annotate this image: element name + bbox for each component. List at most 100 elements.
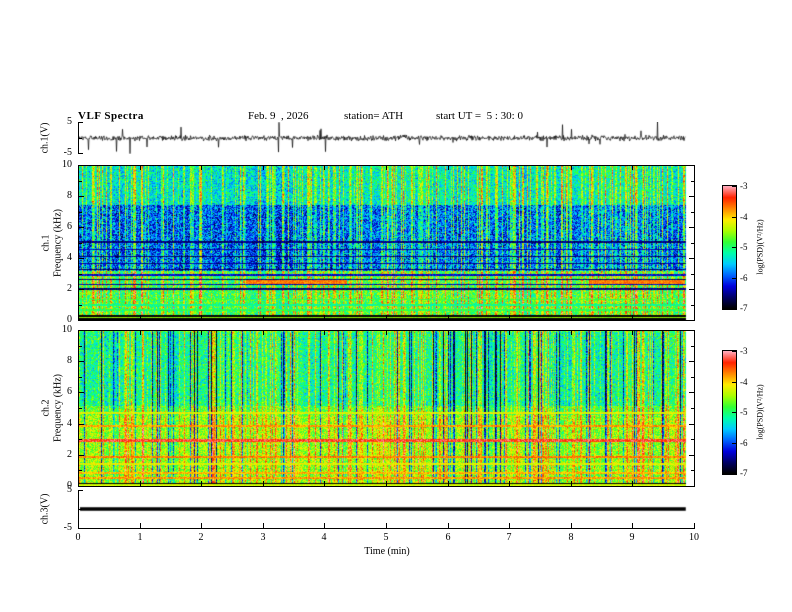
tick-mark — [448, 481, 449, 486]
tick-mark — [79, 305, 82, 306]
tick-mark — [324, 166, 325, 170]
tick-mark — [571, 166, 572, 170]
tick-mark — [691, 408, 694, 409]
tick-label: 8 — [67, 190, 72, 201]
tick-mark — [79, 486, 84, 487]
tick-mark — [694, 523, 695, 528]
tick-mark — [732, 186, 736, 187]
tick-mark — [79, 424, 84, 425]
tick-label: 4 — [67, 252, 72, 263]
colorbar-tick-label: -6 — [740, 438, 748, 448]
start-ut-label: start UT = 5 : 30: 0 — [436, 110, 523, 122]
tick-mark — [509, 481, 510, 486]
tick-mark — [632, 523, 633, 528]
tick-mark — [689, 227, 694, 228]
tick-mark — [689, 486, 694, 487]
tick-mark — [448, 331, 449, 335]
tick-mark — [448, 523, 449, 528]
tick-mark — [79, 227, 84, 228]
colorbar-tick-label: -3 — [740, 346, 748, 356]
tick-mark — [79, 392, 84, 393]
tick-label: 6 — [445, 532, 451, 543]
tick-mark — [140, 331, 141, 335]
tick-mark — [732, 217, 736, 218]
tick-mark — [732, 443, 736, 444]
tick-label: 9 — [629, 532, 635, 543]
tick-mark — [689, 424, 694, 425]
tick-mark — [324, 481, 325, 486]
tick-mark — [386, 481, 387, 486]
tick-mark — [691, 377, 694, 378]
tick-label: 10 — [689, 532, 699, 543]
tick-mark — [79, 122, 83, 123]
tick-mark — [79, 346, 82, 347]
tick-mark — [79, 165, 84, 166]
tick-mark — [263, 331, 264, 335]
tick-mark — [79, 330, 84, 331]
tick-mark — [386, 166, 387, 170]
tick-mark — [732, 473, 736, 474]
tick-mark — [509, 315, 510, 320]
date-label: Feb. 9 , 2026 — [248, 110, 309, 122]
tick-mark — [263, 481, 264, 486]
tick-mark — [694, 481, 695, 486]
ch2-spectrogram-panel — [78, 330, 695, 487]
tick-label: 3 — [260, 532, 266, 543]
tick-mark — [79, 181, 82, 182]
tick-mark — [689, 392, 694, 393]
tick-mark — [509, 166, 510, 170]
tick-label: 6 — [67, 221, 72, 232]
tick-mark — [689, 258, 694, 259]
tick-label: 2 — [198, 532, 204, 543]
ch2-channel-axis-label: ch.2 — [40, 399, 52, 417]
ch1-spectrogram-panel — [78, 165, 695, 321]
tick-mark — [694, 315, 695, 320]
tick-mark — [79, 320, 84, 321]
tick-mark — [79, 153, 83, 154]
tick-mark — [632, 481, 633, 486]
tick-mark — [79, 408, 82, 409]
tick-mark — [79, 258, 84, 259]
tick-mark — [324, 315, 325, 320]
tick-mark — [571, 523, 572, 528]
tick-mark — [509, 523, 510, 528]
tick-mark — [78, 331, 79, 335]
tick-mark — [691, 470, 694, 471]
tick-mark — [201, 523, 202, 528]
tick-mark — [79, 490, 83, 491]
tick-label: 5 — [67, 116, 72, 127]
ch2-frequency-axis-label: Frequency (kHz) — [52, 373, 64, 443]
tick-mark — [689, 196, 694, 197]
tick-label: 5 — [383, 532, 389, 543]
tick-label: 8 — [568, 532, 574, 543]
tick-mark — [78, 481, 79, 486]
tick-mark — [140, 166, 141, 170]
tick-label: 6 — [67, 386, 72, 397]
tick-mark — [263, 166, 264, 170]
ch1-spectrogram-canvas — [79, 166, 694, 320]
tick-mark — [79, 274, 82, 275]
colorbar-tick-label: -5 — [740, 407, 748, 417]
tick-mark — [691, 243, 694, 244]
ch3-waveform-canvas — [79, 490, 695, 528]
tick-label: 7 — [506, 532, 512, 543]
tick-mark — [140, 481, 141, 486]
ch3-voltage-axis-label: ch.3(V) — [39, 493, 51, 525]
tick-mark — [691, 305, 694, 306]
ch1-waveform-panel — [78, 122, 695, 154]
tick-mark — [79, 289, 84, 290]
tick-label: 10 — [62, 324, 72, 335]
tick-mark — [79, 361, 84, 362]
tick-mark — [448, 315, 449, 320]
colorbar-tick-label: -4 — [740, 377, 748, 387]
tick-mark — [324, 331, 325, 335]
tick-mark — [732, 278, 736, 279]
tick-mark — [78, 166, 79, 170]
tick-mark — [263, 315, 264, 320]
colorbar-tick-label: -5 — [740, 242, 748, 252]
tick-mark — [732, 351, 736, 352]
colorbar-tick-label: -4 — [740, 212, 748, 222]
tick-mark — [201, 166, 202, 170]
vlf-spectra-figure: VLF Spectra Feb. 9 , 2026 station= ATH s… — [0, 0, 792, 612]
tick-label: 2 — [67, 283, 72, 294]
